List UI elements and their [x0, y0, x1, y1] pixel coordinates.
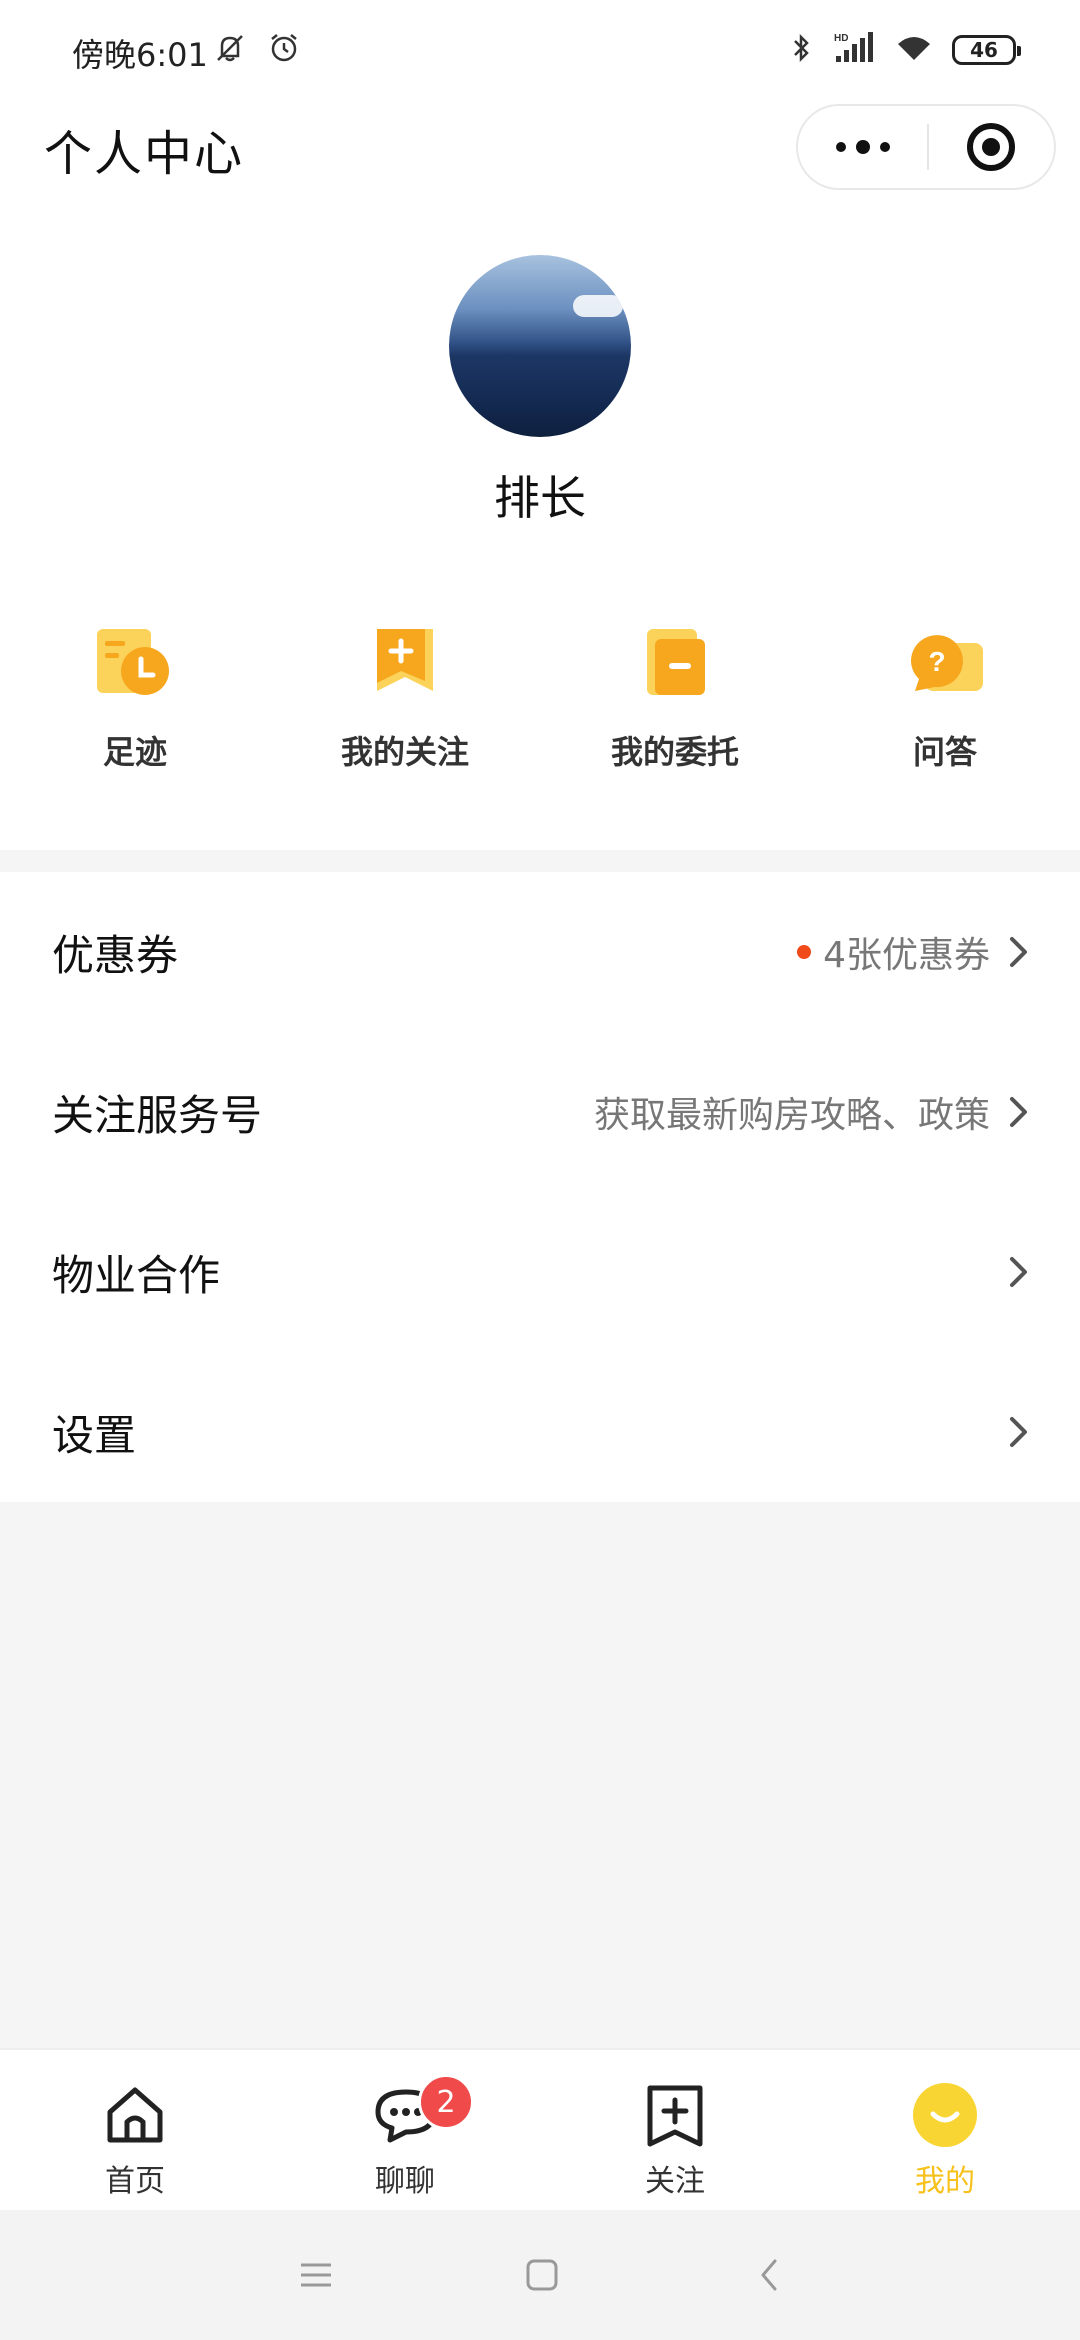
menu-list: 优惠券 4张优惠券 关注服务号 获取最新购房攻略、政策 物业合作 设置 [0, 872, 1080, 1502]
tab-chat[interactable]: 2 聊聊 [270, 2050, 540, 2210]
wifi-icon [894, 30, 934, 70]
menu-item-follow-service[interactable]: 关注服务号 获取最新购房攻略、政策 [0, 1032, 1080, 1192]
bluetooth-icon [790, 30, 814, 70]
follow-tab-icon [642, 2082, 708, 2148]
tab-follow[interactable]: 关注 [540, 2050, 810, 2210]
menu-detail: 4张优惠券 [797, 926, 990, 978]
back-nav-button[interactable] [744, 2250, 794, 2300]
mini-program-capsule [796, 104, 1056, 190]
signal-icon: HD [832, 30, 876, 70]
page-title: 个人中心 [44, 126, 245, 182]
tab-label: 我的 [915, 2164, 975, 2199]
quick-label: 我的关注 [340, 733, 469, 771]
tab-label: 聊聊 [375, 2164, 435, 2199]
quick-item-footprint[interactable]: 足迹 [0, 625, 270, 771]
mine-icon [912, 2082, 978, 2148]
status-left-icons [212, 30, 302, 70]
username: 排长 [494, 471, 586, 525]
home-icon [102, 2082, 168, 2148]
tab-mine[interactable]: 我的 [810, 2050, 1080, 2210]
close-button[interactable] [929, 106, 1054, 188]
target-close-icon [967, 123, 1016, 171]
menu-label: 关注服务号 [52, 1090, 263, 1140]
footprint-icon [95, 625, 175, 705]
back-chevron-icon [761, 2259, 777, 2291]
unread-badge: 2 [418, 2074, 474, 2130]
quick-label: 问答 [912, 733, 977, 771]
chevron-right-icon [1010, 1257, 1027, 1287]
menu-item-property-cooperation[interactable]: 物业合作 [0, 1192, 1080, 1352]
svg-text:HD: HD [834, 33, 848, 44]
tab-label: 关注 [645, 2164, 705, 2199]
menu-detail-text: 4张优惠券 [823, 935, 990, 976]
avatar[interactable] [449, 255, 631, 437]
chevron-right-icon [1010, 1417, 1027, 1447]
bottom-tab-bar: 首页 2 聊聊 关注 我的 [0, 2048, 1080, 2210]
quick-label: 足迹 [102, 733, 167, 771]
quick-item-my-follow[interactable]: 我的关注 [270, 625, 540, 771]
menu-nav-button[interactable] [291, 2250, 341, 2300]
menu-label: 物业合作 [52, 1250, 221, 1300]
qa-icon: ? [905, 625, 985, 705]
more-button[interactable] [798, 106, 927, 188]
svg-text:?: ? [928, 646, 945, 677]
quick-actions: 足迹 我的关注 我的委托 ? 问答 [0, 625, 1080, 771]
status-bar: 傍晚6:01 HD 46 [0, 0, 1080, 100]
menu-detail: 获取最新购房攻略、政策 [594, 1086, 990, 1138]
menu-label: 优惠券 [52, 930, 179, 980]
red-dot-indicator [797, 945, 812, 959]
tab-label: 首页 [105, 2164, 165, 2199]
status-time: 傍晚6:01 [72, 36, 208, 74]
chevron-right-icon [1010, 937, 1027, 967]
square-icon [526, 2259, 558, 2291]
system-nav-bar [0, 2210, 1080, 2340]
quick-item-qa[interactable]: ? 问答 [810, 625, 1080, 771]
chevron-right-icon [1010, 1097, 1027, 1127]
menu-label: 设置 [52, 1410, 137, 1460]
more-dots-icon [835, 140, 890, 154]
tab-home[interactable]: 首页 [0, 2050, 270, 2210]
profile-section: 排长 足迹 我的关注 我的委托 ? 问答 [0, 220, 1080, 850]
mute-icon [212, 30, 248, 70]
battery-indicator: 46 [952, 35, 1021, 65]
avatar-cloud [573, 295, 623, 317]
quick-label: 我的委托 [610, 733, 739, 771]
hamburger-icon [301, 2263, 331, 2287]
status-right: HD 46 [790, 30, 1021, 70]
menu-item-coupons[interactable]: 优惠券 4张优惠券 [0, 872, 1080, 1032]
quick-item-my-entrust[interactable]: 我的委托 [540, 625, 810, 771]
follow-icon [365, 625, 445, 705]
header: 个人中心 [0, 100, 1080, 220]
alarm-icon [266, 30, 302, 70]
menu-item-settings[interactable]: 设置 [0, 1352, 1080, 1512]
home-nav-button[interactable] [517, 2250, 567, 2300]
entrust-icon [635, 625, 715, 705]
menu-detail-text: 获取最新购房攻略、政策 [593, 1095, 990, 1136]
